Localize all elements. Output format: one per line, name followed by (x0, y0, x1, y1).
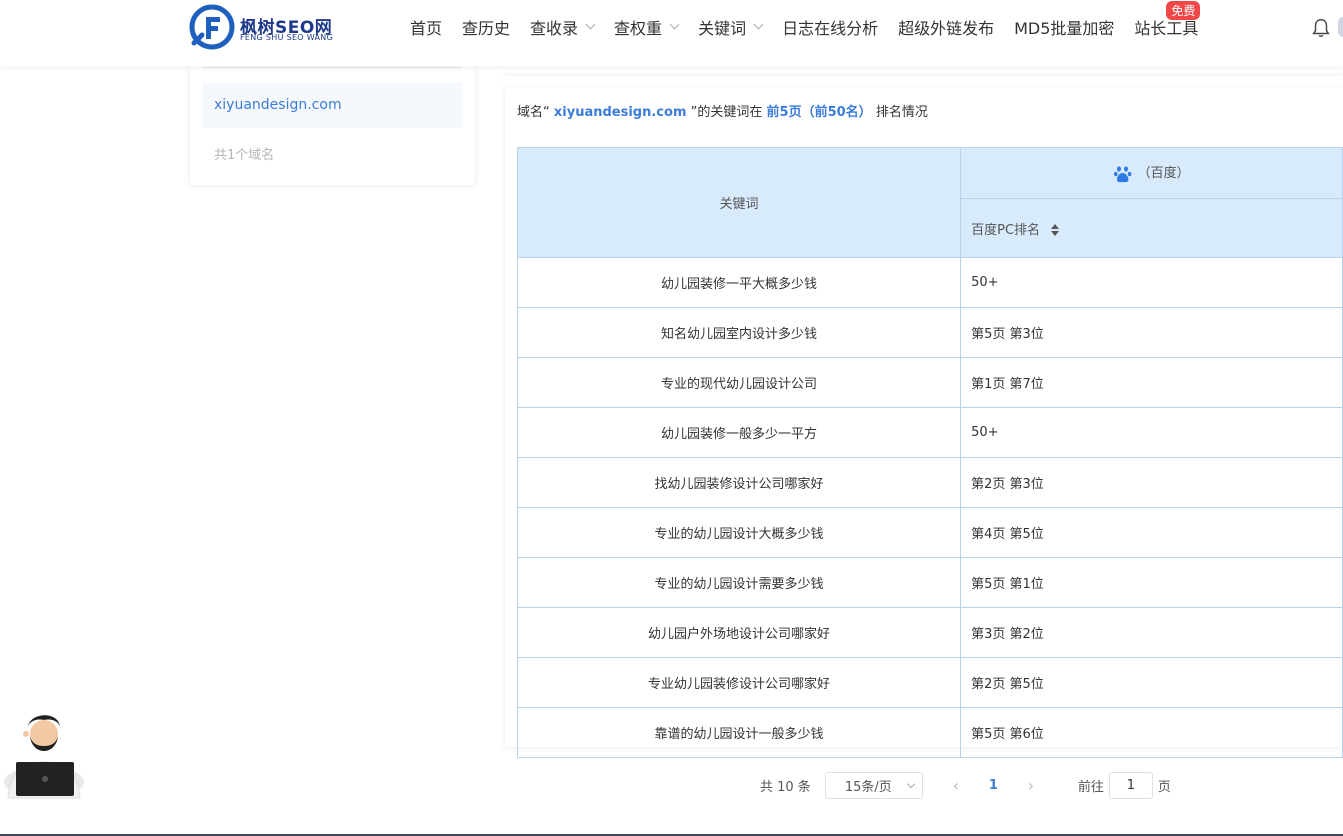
nav-item-home[interactable]: 首页 (410, 15, 442, 39)
summary-suffix: 排名情况 (875, 105, 928, 120)
domain-count: 共1个域名 (214, 148, 275, 163)
summary-prefix: 域名“ (517, 105, 550, 120)
top-header: 枫树SEO网 FENG SHU SEO WANG 首页 查历史 查收录 查权重 … (0, 0, 1343, 66)
summary-domain: xiyuandesign.com (553, 105, 687, 120)
divider (202, 67, 462, 68)
column-header-rank[interactable]: 百度PC排名 (960, 198, 1343, 258)
table-row: 幼儿园装修一般多少一平方 50+ (516, 407, 1343, 458)
table-row: 专业的现代幼儿园设计公司 第1页 第7位 (516, 357, 1343, 408)
rank-cell: 第5页 第1位 (960, 557, 1343, 608)
sort-icon[interactable] (1050, 223, 1060, 237)
keyword-cell: 幼儿园装修一平大概多少钱 (516, 257, 962, 308)
nav-item-backlink[interactable]: 超级外链发布 (898, 15, 994, 39)
domain-sidebar: xiyuandesign.com 共1个域名 (190, 60, 475, 185)
rank-cell: 第5页 第6位 (960, 707, 1343, 758)
rank-cell: 第2页 第3位 (960, 457, 1343, 508)
keyword-cell: 知名幼儿园室内设计多少钱 (516, 307, 962, 358)
nav-item-index[interactable]: 查收录 (530, 15, 596, 39)
keyword-cell: 找幼儿园装修设计公司哪家好 (516, 457, 962, 508)
rank-cell: 第2页 第5位 (960, 657, 1343, 708)
ranking-summary: 域名“ xiyuandesign.com ”的关键词在 前5页（前50名） 排名… (517, 101, 928, 120)
table-row: 找幼儿园装修设计公司哪家好 第2页 第3位 (516, 457, 1343, 508)
keyword-cell: 专业的现代幼儿园设计公司 (516, 357, 962, 408)
prev-page-icon[interactable]: ‹ (945, 774, 967, 796)
support-mascot-illustration[interactable] (0, 700, 92, 800)
table-row: 幼儿园装修一平大概多少钱 50+ (516, 257, 1343, 308)
engine-header: （百度） (960, 146, 1343, 200)
nav-label: MD5批量加密 (1014, 19, 1115, 38)
nav-item-webmaster-tools[interactable]: 站长工具 免费 (1134, 1, 1201, 39)
nav-item-keywords[interactable]: 关键词 (698, 15, 764, 39)
nav-label: 超级外链发布 (898, 19, 995, 38)
logo-icon (189, 4, 235, 50)
logo-subtext: FENG SHU SEO WANG (240, 33, 334, 42)
nav-item-history[interactable]: 查历史 (462, 15, 510, 39)
nav-label: 查权重 (614, 19, 663, 38)
bell-icon[interactable] (1310, 17, 1332, 39)
rank-header-label: 百度PC排名 (971, 222, 1041, 238)
chevron-down-icon (669, 19, 680, 30)
nav-label: 查收录 (530, 19, 579, 38)
keyword-cell: 专业的幼儿园设计需要多少钱 (516, 557, 962, 608)
table-row: 知名幼儿园室内设计多少钱 第5页 第3位 (516, 307, 1343, 358)
nav-item-weight[interactable]: 查权重 (614, 15, 680, 39)
table-row: 靠谱的幼儿园设计一般多少钱 第5页 第6位 (516, 707, 1343, 758)
ranking-panel: 域名“ xiyuandesign.com ”的关键词在 前5页（前50名） 排名… (505, 87, 1343, 758)
nav-label: 查历史 (462, 19, 511, 38)
rank-cell: 第3页 第2位 (960, 607, 1343, 658)
free-badge: 免费 (1166, 1, 1201, 20)
user-avatar[interactable] (1338, 17, 1343, 37)
site-logo[interactable]: 枫树SEO网 FENG SHU SEO WANG (188, 3, 338, 51)
keyword-cell: 幼儿园户外场地设计公司哪家好 (516, 607, 962, 658)
table-row: 幼儿园户外场地设计公司哪家好 第3页 第2位 (516, 607, 1343, 658)
summary-range: 前5页（前50名） (766, 105, 872, 120)
table-row: 专业的幼儿园设计大概多少钱 第4页 第5位 (516, 507, 1343, 558)
page-size-value: 15条/页 (844, 779, 892, 795)
chevron-down-icon (753, 19, 764, 30)
nav-label: 首页 (410, 19, 443, 38)
column-header-keyword: 关键词 (516, 147, 962, 258)
keyword-cell: 专业的幼儿园设计大概多少钱 (516, 507, 962, 558)
keyword-ranking-table: 关键词 （百度） 百度PC排名 幼儿园装修一平大概多少钱 50+ 知名幼儿园室内… (516, 146, 1343, 758)
page-number-current[interactable]: 1 (989, 778, 998, 793)
page-size-select[interactable]: 15条/页 (824, 771, 923, 799)
engine-label: （百度） (1137, 166, 1190, 182)
goto-label: 前往 (1077, 779, 1104, 795)
summary-middle: ”的关键词在 (690, 105, 763, 120)
main-nav: 首页 查历史 查收录 查权重 关键词 日志在线分析 超级外链发布 MD5批量加密… (410, 1, 1218, 39)
rank-cell: 第4页 第5位 (960, 507, 1343, 558)
domain-list-item[interactable]: xiyuandesign.com (202, 83, 463, 128)
total-count: 共 10 条 (760, 779, 811, 795)
baidu-paw-icon (1114, 166, 1132, 183)
table-row: 专业的幼儿园设计需要多少钱 第5页 第1位 (516, 557, 1343, 608)
nav-label: 关键词 (698, 19, 747, 38)
chevron-down-icon (906, 779, 916, 788)
goto-page-input[interactable] (1108, 771, 1153, 799)
nav-item-log-analysis[interactable]: 日志在线分析 (782, 15, 878, 39)
rank-cell: 第5页 第3位 (960, 307, 1343, 358)
rank-cell: 50+ (960, 407, 1343, 458)
chevron-down-icon (585, 19, 596, 30)
goto-suffix: 页 (1157, 779, 1171, 795)
rank-cell: 第1页 第7位 (960, 357, 1343, 408)
pagination: 共 10 条 15条/页 ‹ 1 › 前往 页 (760, 770, 1171, 800)
rank-cell: 50+ (960, 257, 1343, 308)
table-row: 专业幼儿园装修设计公司哪家好 第2页 第5位 (516, 657, 1343, 708)
keyword-cell: 靠谱的幼儿园设计一般多少钱 (516, 707, 962, 758)
keyword-cell: 幼儿园装修一般多少一平方 (516, 407, 962, 458)
next-page-icon[interactable]: › (1020, 774, 1042, 796)
nav-label: 日志在线分析 (782, 19, 879, 38)
keyword-cell: 专业幼儿园装修设计公司哪家好 (516, 657, 962, 708)
nav-item-md5[interactable]: MD5批量加密 (1014, 15, 1114, 39)
